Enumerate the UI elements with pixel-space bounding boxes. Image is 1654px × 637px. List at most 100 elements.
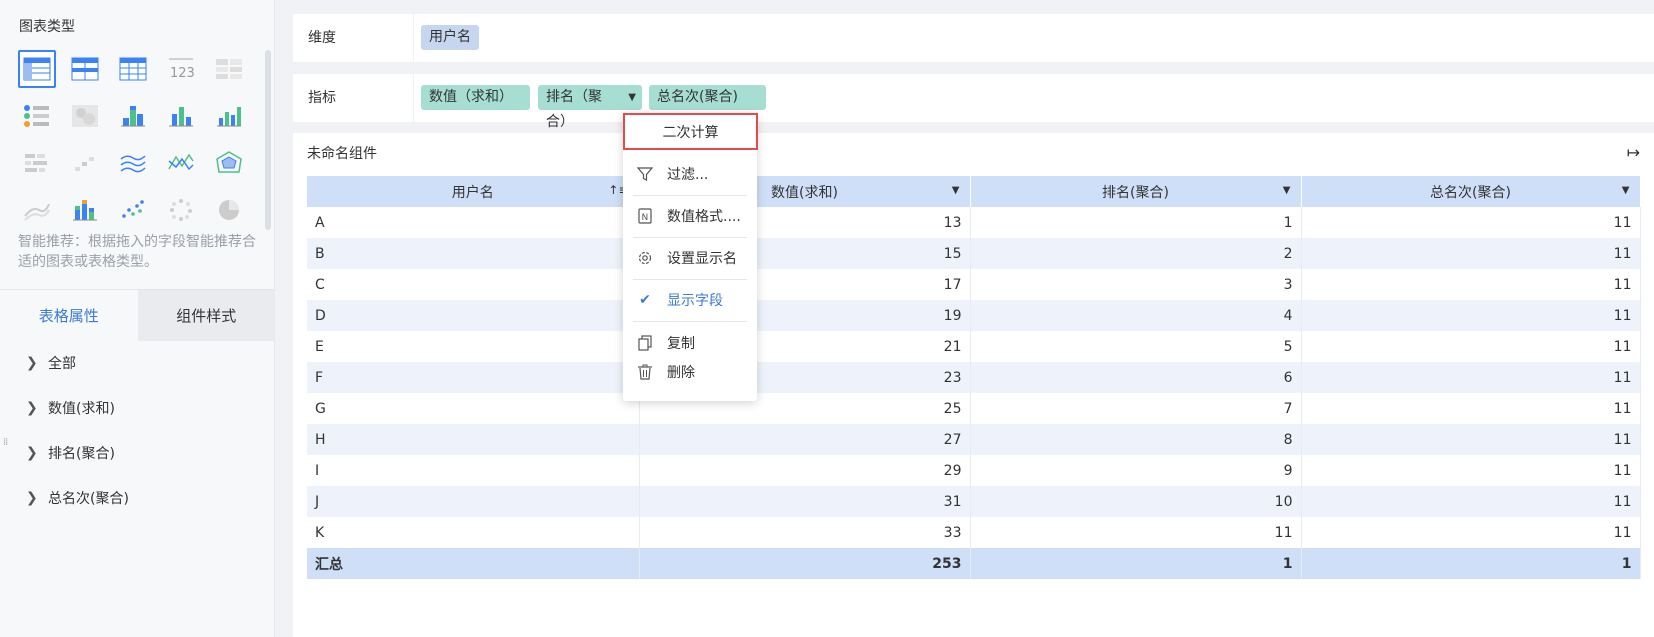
property-label: 全部 — [48, 355, 76, 372]
area-icon[interactable] — [18, 191, 56, 229]
data-table: 用户名 ↑≡ 数值(求和) ▼ 排名(聚合) ▼ 总名次(聚合) ▼ A 13 1 11 B 15… — [307, 176, 1641, 579]
measure-field-rank[interactable]: 排名（聚合） ▼ — [538, 85, 642, 130]
caret-down-icon[interactable]: ▼ — [1283, 185, 1291, 196]
table-row[interactable]: C 17 3 11 — [307, 269, 1641, 300]
menu-item-set-display-name[interactable]: 设置显示名 — [623, 243, 757, 273]
table-cell: 1 — [970, 207, 1302, 238]
menu-item-delete[interactable]: 删除 — [623, 357, 757, 387]
dimension-field-username[interactable]: 用户名 — [421, 25, 479, 50]
heatmap-icon[interactable] — [66, 97, 104, 135]
tab-component-style[interactable]: 组件样式 — [137, 290, 275, 341]
table-row[interactable]: G 25 7 11 — [307, 393, 1641, 424]
table-cell: 4 — [970, 300, 1302, 331]
property-item-all[interactable]: ❯ 全部 — [0, 340, 275, 385]
column-header-label: 总名次(聚合) — [1430, 184, 1511, 201]
radar-icon[interactable] — [210, 144, 248, 182]
table-cell: D — [307, 300, 640, 331]
menu-divider — [633, 279, 747, 280]
measure-field-total-rank[interactable]: 总名次(聚合) — [649, 85, 766, 110]
total-cell: 汇总 — [307, 548, 640, 579]
scatter-icon[interactable] — [114, 191, 152, 229]
table-row[interactable]: F 23 6 11 — [307, 362, 1641, 393]
multi-kpi-icon[interactable] — [210, 50, 248, 88]
property-item-total-rank[interactable]: ❯ 总名次(聚合) — [0, 475, 275, 520]
grouped-bar-icon[interactable] — [114, 97, 152, 135]
scatter-small-icon[interactable] — [66, 144, 104, 182]
menu-item-label: 过滤... — [667, 167, 709, 183]
drag-handle-icon[interactable]: ⁞⁞ — [3, 438, 8, 448]
trash-icon — [635, 364, 655, 380]
menu-item-copy[interactable]: 复制 — [623, 328, 757, 358]
caret-down-icon[interactable]: ▼ — [1622, 185, 1630, 196]
property-label: 总名次(聚合) — [48, 490, 129, 507]
dot-ring-icon[interactable] — [162, 191, 200, 229]
number-format-icon: N — [635, 208, 655, 224]
menu-divider — [633, 195, 747, 196]
table-row[interactable]: D 19 4 11 — [307, 300, 1641, 331]
table-row[interactable]: E 21 5 11 — [307, 331, 1641, 362]
chart-grid-scrollbar[interactable] — [265, 50, 271, 230]
table-cell: 11 — [1301, 486, 1641, 517]
caret-down-icon: ▼ — [628, 92, 636, 103]
table-widget: 未命名组件 ↦ 用户名 ↑≡ 数值(求和) ▼ 排名(聚合) ▼ 总名次(聚合) ▼ A… — [293, 133, 1654, 637]
table-row[interactable]: K 33 11 11 — [307, 517, 1641, 548]
menu-item-label: 删除 — [667, 365, 695, 381]
funnel-icon[interactable] — [18, 144, 56, 182]
stacked-column-icon[interactable] — [66, 191, 104, 229]
table-row[interactable]: A 13 1 11 — [307, 207, 1641, 238]
table-row[interactable]: B 15 2 11 — [307, 238, 1641, 269]
multi-line-icon[interactable] — [114, 144, 152, 182]
column-header-rank[interactable]: 排名(聚合) ▼ — [970, 176, 1302, 207]
column-header-total-rank[interactable]: 总名次(聚合) ▼ — [1301, 176, 1641, 207]
fit-width-icon[interactable]: ↦ — [1627, 143, 1640, 162]
table-cell: 31 — [639, 486, 971, 517]
widget-title: 未命名组件 — [307, 146, 377, 162]
column-header-username[interactable]: 用户名 ↑≡ — [307, 176, 640, 207]
line-chart-icon[interactable] — [162, 144, 200, 182]
table-cell: 11 — [1301, 517, 1641, 548]
property-label: 排名(聚合) — [48, 445, 115, 462]
measure-field-rank-label: 排名（聚合） — [546, 89, 602, 130]
table-cell: F — [307, 362, 640, 393]
measure-field-value-sum[interactable]: 数值（求和） — [421, 85, 530, 110]
table-cell: 10 — [970, 486, 1302, 517]
table-row[interactable]: J 31 10 11 — [307, 486, 1641, 517]
table-cell: 11 — [1301, 362, 1641, 393]
column-chart-icon[interactable] — [162, 97, 200, 135]
menu-item-filter[interactable]: 过滤... — [623, 159, 757, 189]
menu-divider — [633, 321, 747, 322]
bar-chart-icon[interactable] — [210, 97, 248, 135]
cross-table-icon[interactable] — [66, 50, 104, 88]
table-cell: J — [307, 486, 640, 517]
menu-item-secondary-calculation[interactable]: 二次计算 — [623, 113, 758, 150]
caret-down-icon[interactable]: ▼ — [952, 185, 960, 196]
property-item-rank[interactable]: ❯ 排名(聚合) — [0, 430, 275, 475]
kpi-number-icon[interactable]: 123 — [162, 50, 200, 88]
table-cell: 29 — [639, 455, 971, 486]
table-cell: G — [307, 393, 640, 424]
table-row[interactable]: H 27 8 11 — [307, 424, 1641, 455]
menu-item-show-field[interactable]: ✔ 显示字段 — [623, 285, 757, 315]
indicator-card-icon[interactable] — [18, 97, 56, 135]
table-cell: 11 — [1301, 331, 1641, 362]
property-list: ❯ 全部 ❯ 数值(求和) ❯ 排名(聚合) ❯ 总名次(聚合) — [0, 340, 275, 520]
total-cell: 1 — [970, 548, 1302, 579]
menu-item-label: 数值格式.... — [667, 209, 741, 225]
table-cell: 5 — [970, 331, 1302, 362]
detail-table-icon[interactable] — [114, 50, 152, 88]
field-context-menu: 过滤... N 数值格式.... 设置显示名 ✔ 显示字段 复制 删除 — [623, 113, 757, 401]
tab-table-properties[interactable]: 表格属性 — [0, 290, 138, 341]
property-item-value-sum[interactable]: ❯ 数值(求和) — [0, 385, 275, 430]
table-cell: 11 — [1301, 238, 1641, 269]
property-label: 数值(求和) — [48, 400, 115, 417]
pie-chart-icon[interactable] — [210, 191, 248, 229]
gear-icon — [635, 250, 655, 266]
table-row[interactable]: I 29 9 11 — [307, 455, 1641, 486]
table-icon[interactable] — [18, 50, 56, 88]
table-cell: 11 — [1301, 455, 1641, 486]
row-divider — [413, 74, 414, 122]
check-icon: ✔ — [639, 292, 651, 308]
table-cell: 2 — [970, 238, 1302, 269]
filter-icon — [635, 166, 655, 182]
menu-item-number-format[interactable]: N 数值格式.... — [623, 201, 757, 231]
